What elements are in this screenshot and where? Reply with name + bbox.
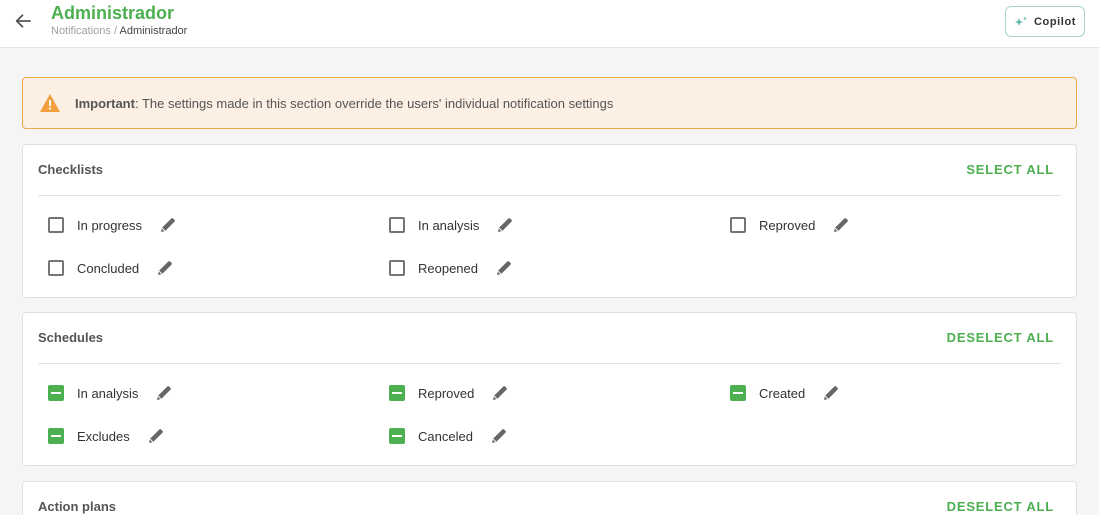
sparkle-icon <box>1014 16 1027 26</box>
option-label: In analysis <box>77 385 139 401</box>
option-label: Created <box>759 385 806 401</box>
option-canceled: Canceled <box>389 426 509 446</box>
option-label: Reproved <box>418 385 475 401</box>
pencil-icon[interactable] <box>831 215 851 235</box>
checkbox[interactable] <box>730 217 746 233</box>
checkbox-indeterminate[interactable] <box>389 428 405 444</box>
section-title: Action plans <box>38 499 117 514</box>
option-concluded: Concluded <box>48 258 175 278</box>
breadcrumb-current: Administrador <box>119 25 188 37</box>
back-button[interactable] <box>12 10 34 32</box>
section-title: Schedules <box>38 330 104 345</box>
copilot-label: Copilot <box>1033 15 1077 28</box>
pencil-icon[interactable] <box>490 383 510 403</box>
pencil-icon[interactable] <box>155 258 175 278</box>
warning-icon <box>39 92 61 114</box>
option-in-progress: In progress <box>48 215 178 235</box>
pencil-icon[interactable] <box>821 383 841 403</box>
option-label: Canceled <box>418 428 473 444</box>
breadcrumb-notifications[interactable]: Notifications / <box>51 25 117 37</box>
schedules-header: Schedules DESELECT ALL <box>23 313 1076 363</box>
schedules-card: Schedules DESELECT ALL In analysis Repro… <box>22 312 1077 466</box>
action-plans-card: Action plans DESELECT ALL <box>22 481 1077 515</box>
divider <box>38 195 1061 196</box>
pencil-icon[interactable] <box>495 215 515 235</box>
divider <box>38 363 1061 364</box>
pencil-icon[interactable] <box>489 426 509 446</box>
alert-message: : The settings made in this section over… <box>134 95 614 111</box>
checklists-card: Checklists SELECT ALL In progress In ana… <box>22 144 1077 298</box>
page-title: Administrador <box>51 3 175 23</box>
option-reopened: Reopened <box>389 258 514 278</box>
section-title: Checklists <box>38 162 104 177</box>
checkbox[interactable] <box>48 260 64 276</box>
option-in-analysis: In analysis <box>48 383 174 403</box>
checkbox-indeterminate[interactable] <box>389 385 405 401</box>
important-alert: Important: The settings made in this sec… <box>22 77 1077 129</box>
checkbox-indeterminate[interactable] <box>730 385 746 401</box>
deselect-all-button[interactable]: DESELECT ALL <box>947 499 1054 514</box>
top-bar: Administrador Notifications / Administra… <box>0 0 1099 48</box>
option-in-analysis: In analysis <box>389 215 515 235</box>
pencil-icon[interactable] <box>494 258 514 278</box>
option-created: Created <box>730 383 841 403</box>
option-label: In progress <box>77 217 143 233</box>
action-plans-header: Action plans DESELECT ALL <box>23 482 1076 515</box>
option-reproved: Reproved <box>389 383 510 403</box>
option-reproved: Reproved <box>730 215 851 235</box>
alert-text: Important: The settings made in this sec… <box>75 96 613 111</box>
option-label: Concluded <box>77 260 140 276</box>
checkbox[interactable] <box>389 260 405 276</box>
select-all-button[interactable]: SELECT ALL <box>966 162 1054 177</box>
option-label: In analysis <box>418 217 480 233</box>
alert-strong: Important <box>75 95 135 111</box>
pencil-icon[interactable] <box>154 383 174 403</box>
pencil-icon[interactable] <box>158 215 178 235</box>
checklists-header: Checklists SELECT ALL <box>23 145 1076 195</box>
pencil-icon[interactable] <box>146 426 166 446</box>
checkbox-indeterminate[interactable] <box>48 385 64 401</box>
option-label: Reopened <box>418 260 478 276</box>
checkbox[interactable] <box>389 217 405 233</box>
checkbox[interactable] <box>48 217 64 233</box>
copilot-button[interactable]: Copilot <box>1005 6 1085 37</box>
option-label: Reproved <box>759 217 816 233</box>
breadcrumb: Notifications / Administrador <box>51 25 187 37</box>
arrow-left-icon <box>15 14 31 28</box>
checkbox-indeterminate[interactable] <box>48 428 64 444</box>
deselect-all-button[interactable]: DESELECT ALL <box>947 330 1054 345</box>
option-label: Excludes <box>77 428 130 444</box>
option-excludes: Excludes <box>48 426 166 446</box>
